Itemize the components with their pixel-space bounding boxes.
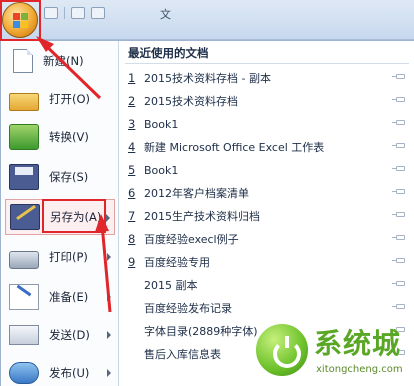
recent-document-item[interactable]: 4 新建 Microsoft Office Excel 工作表: [125, 136, 409, 158]
watermark: 系统城 xitongcheng.com: [250, 318, 414, 386]
document-name: 百度经验execl例子: [144, 233, 239, 246]
document-name: 2015技术资料存档: [144, 95, 238, 108]
menu-item-label: 新建(N): [43, 54, 84, 68]
document-name: 百度经验专用: [144, 256, 210, 269]
recent-document-item[interactable]: 7 2015生产技术资料归档: [125, 205, 409, 227]
menu-item-publish[interactable]: 发布(U): [5, 355, 115, 386]
undo-icon[interactable]: [71, 7, 85, 19]
printer-icon: [9, 251, 39, 269]
prepare-icon: [9, 284, 39, 310]
menu-item-prepare[interactable]: 准备(E): [5, 279, 115, 315]
submenu-arrow-icon: [107, 369, 111, 377]
pin-icon[interactable]: [392, 120, 405, 125]
recent-document-item[interactable]: 5 Book1: [125, 159, 409, 181]
pin-icon[interactable]: [392, 97, 405, 102]
menu-item-label: 打印(P): [49, 250, 88, 264]
menu-item-label: 转换(V): [49, 130, 89, 144]
recent-document-item[interactable]: 8 百度经验execl例子: [125, 228, 409, 250]
title-bar: 文: [0, 0, 414, 40]
pin-icon[interactable]: [392, 304, 405, 309]
document-name: Book1: [144, 163, 179, 177]
divider: [125, 63, 409, 64]
recent-document-item[interactable]: 2 2015技术资料存档: [125, 90, 409, 112]
annotation-box-office-button: [0, 0, 41, 41]
item-number: 8: [128, 232, 136, 246]
pin-icon[interactable]: [392, 212, 405, 217]
watermark-url: xitongcheng.com: [316, 364, 403, 375]
pin-icon[interactable]: [392, 74, 405, 79]
menu-item-save[interactable]: 保存(S): [5, 159, 115, 195]
item-number: 5: [128, 163, 136, 177]
menu-item-convert[interactable]: 转换(V): [5, 119, 115, 155]
item-number: 6: [128, 186, 136, 200]
redo-icon[interactable]: [91, 7, 105, 19]
recent-document-item[interactable]: 9 百度经验专用: [125, 251, 409, 273]
menu-item-label: 发布(U): [49, 366, 90, 380]
item-number: 1: [128, 71, 136, 85]
recent-document-item[interactable]: 1 2015技术资料存档 - 副本: [125, 67, 409, 89]
pin-icon[interactable]: [392, 143, 405, 148]
pin-icon[interactable]: [392, 281, 405, 286]
new-document-icon: [13, 49, 33, 73]
menu-item-new[interactable]: 新建(N): [5, 43, 115, 79]
save-icon[interactable]: [44, 7, 58, 19]
menu-item-label: 准备(E): [49, 290, 89, 304]
power-logo-icon: [254, 322, 310, 378]
document-name: 2012年客户档案清单: [144, 187, 249, 200]
annotation-box-save-as: [42, 199, 106, 233]
save-as-icon: [10, 204, 40, 230]
window-title: 文: [160, 8, 171, 21]
separator: [64, 7, 65, 19]
convert-icon: [9, 124, 39, 150]
open-folder-icon: [9, 93, 39, 111]
document-name: 2015 副本: [144, 279, 198, 292]
item-number: 9: [128, 255, 136, 269]
pin-icon[interactable]: [392, 166, 405, 171]
menu-item-open[interactable]: 打开(O): [5, 81, 115, 117]
send-icon: [9, 325, 39, 345]
item-number: 3: [128, 117, 136, 131]
document-name: 百度经验发布记录: [144, 302, 232, 315]
quick-access-toolbar: [44, 6, 105, 20]
item-number: 4: [128, 140, 136, 154]
item-number: 7: [128, 209, 136, 223]
menu-item-print[interactable]: 打印(P): [5, 239, 115, 275]
menu-item-label: 打开(O): [49, 92, 91, 106]
recent-document-item[interactable]: 3 Book1: [125, 113, 409, 135]
menu-item-label: 发送(D): [49, 328, 90, 342]
recent-document-item[interactable]: 6 2012年客户档案清单: [125, 182, 409, 204]
document-name: 字体目录(2889种字体): [144, 325, 258, 338]
pin-icon[interactable]: [392, 258, 405, 263]
menu-item-label: 保存(S): [49, 170, 89, 184]
document-name: 新建 Microsoft Office Excel 工作表: [144, 141, 325, 154]
document-name: 2015生产技术资料归档: [144, 210, 260, 223]
recent-document-item[interactable]: 2015 副本: [125, 274, 409, 296]
recent-document-item[interactable]: 百度经验发布记录: [125, 297, 409, 319]
pin-icon[interactable]: [392, 189, 405, 194]
submenu-arrow-icon: [107, 331, 111, 339]
submenu-arrow-icon: [107, 293, 111, 301]
document-name: 2015技术资料存档 - 副本: [144, 72, 271, 85]
submenu-arrow-icon: [107, 253, 111, 261]
document-name: 售后入库信息表: [144, 348, 221, 361]
watermark-text: 系统城: [314, 327, 402, 360]
document-name: Book1: [144, 117, 179, 131]
pin-icon[interactable]: [392, 235, 405, 240]
recent-documents-title: 最近使用的文档: [128, 46, 209, 60]
menu-item-send[interactable]: 发送(D): [5, 317, 115, 353]
submenu-arrow-icon: [106, 214, 110, 222]
publish-icon: [9, 362, 39, 384]
save-disk-icon: [9, 164, 39, 190]
item-number: 2: [128, 94, 136, 108]
